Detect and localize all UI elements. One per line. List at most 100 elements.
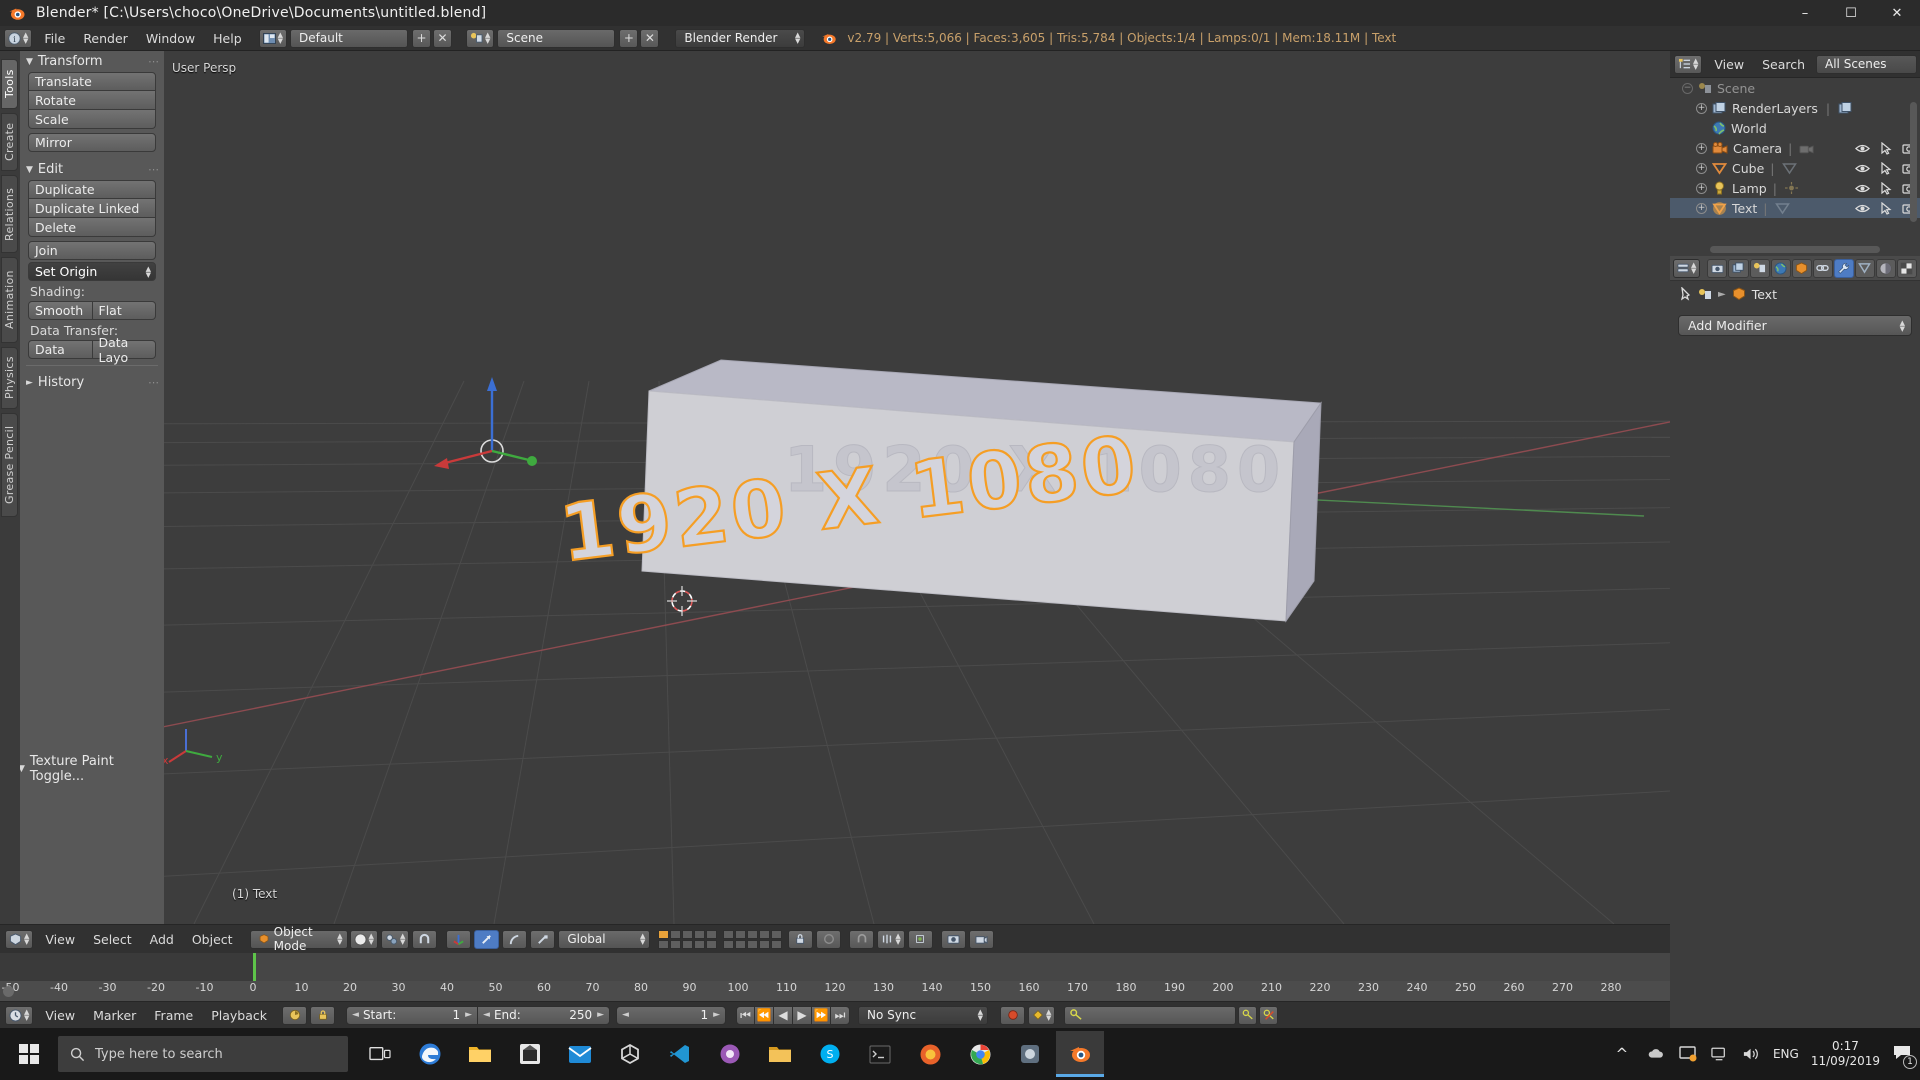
- input-language-indicator[interactable]: ENG: [1773, 1047, 1799, 1061]
- pivot-point-button[interactable]: ▲ ▼: [380, 929, 410, 949]
- mirror-button[interactable]: Mirror: [28, 133, 156, 152]
- scale-manipulator-button[interactable]: [530, 929, 556, 949]
- layer-button-7[interactable]: [670, 939, 682, 949]
- scene-breadcrumb-icon[interactable]: [1698, 288, 1712, 301]
- tab-physics[interactable]: Physics: [1, 347, 18, 409]
- outliner-row-renderlayers[interactable]: + RenderLayers |: [1670, 98, 1920, 118]
- menu-file[interactable]: File: [35, 28, 74, 49]
- taskbar-skype-icon[interactable]: S: [806, 1031, 854, 1077]
- scene-name-field[interactable]: Scene: [497, 28, 616, 48]
- taskbar-firefox-icon[interactable]: [906, 1031, 954, 1077]
- rotate-button[interactable]: Rotate: [28, 91, 156, 110]
- set-origin-button[interactable]: Set Origin ▲ ▼: [28, 262, 156, 281]
- texture-paint-toggle-header[interactable]: ▼ Texture Paint Toggle...: [20, 751, 164, 787]
- scene-expand-icon[interactable]: −: [1682, 82, 1693, 94]
- end-decrement-icon[interactable]: ◄: [483, 1010, 490, 1020]
- timeline-menu-view[interactable]: View: [36, 1005, 84, 1026]
- layer-button-12[interactable]: [735, 929, 747, 939]
- timeline-menu-marker[interactable]: Marker: [84, 1005, 145, 1026]
- properties-tab-modifiers[interactable]: [1833, 258, 1854, 278]
- editor-type-info-button[interactable]: i ▲ ▼: [4, 28, 33, 48]
- transform-orientation-dropdown[interactable]: Global ▲ ▼: [558, 929, 651, 949]
- play-reverse-button[interactable]: ◀: [774, 1005, 794, 1025]
- auto-keyframe-button[interactable]: [1000, 1005, 1026, 1025]
- translate-manipulator-button[interactable]: [474, 929, 500, 949]
- timeline-scroll-knob[interactable]: [3, 986, 14, 997]
- text-expand-icon[interactable]: +: [1696, 202, 1707, 214]
- snap-target-button[interactable]: [907, 929, 933, 949]
- tab-create[interactable]: Create: [1, 113, 18, 171]
- delete-scene-button[interactable]: ✕: [640, 28, 660, 48]
- taskbar-unity-icon[interactable]: [606, 1031, 654, 1077]
- close-button[interactable]: ✕: [1874, 0, 1920, 26]
- outliner-horizontal-scrollbar[interactable]: [1710, 246, 1880, 253]
- editor-type-properties-button[interactable]: ▲ ▼: [1673, 258, 1701, 278]
- screen-layout-field[interactable]: Default: [290, 28, 409, 48]
- join-button[interactable]: Join: [28, 241, 156, 260]
- renderlayers-expand-icon[interactable]: +: [1696, 102, 1707, 114]
- cube-expand-icon[interactable]: +: [1696, 162, 1707, 174]
- timeline-menu-playback[interactable]: Playback: [202, 1005, 276, 1026]
- viewport-menu-object[interactable]: Object: [183, 929, 242, 950]
- menu-window[interactable]: Window: [137, 28, 204, 49]
- taskbar-clock[interactable]: 0:17 11/09/2019: [1811, 1039, 1880, 1069]
- play-button[interactable]: ▶: [793, 1005, 813, 1025]
- layer-button-11[interactable]: [723, 929, 735, 939]
- outliner-row-camera[interactable]: + Camera |: [1670, 138, 1920, 158]
- timeline-playhead[interactable]: [253, 953, 256, 981]
- timeline-menu-frame[interactable]: Frame: [145, 1005, 202, 1026]
- layer-button-4[interactable]: [694, 929, 706, 939]
- viewport-menu-view[interactable]: View: [36, 929, 84, 950]
- cursor-select-icon[interactable]: [1880, 181, 1892, 195]
- tab-animation[interactable]: Animation: [1, 257, 18, 343]
- pin-icon[interactable]: [1678, 287, 1692, 301]
- volume-icon[interactable]: [1742, 1046, 1761, 1062]
- end-increment-icon[interactable]: ►: [597, 1010, 604, 1020]
- menu-help[interactable]: Help: [204, 28, 251, 49]
- tab-tools[interactable]: Tools: [1, 59, 18, 109]
- eye-icon[interactable]: [1855, 203, 1870, 214]
- properties-tab-constraints[interactable]: [1812, 258, 1833, 278]
- taskbar-chrome-icon[interactable]: [956, 1031, 1004, 1077]
- maximize-button[interactable]: ☐: [1828, 0, 1874, 26]
- add-modifier-dropdown[interactable]: Add Modifier ▲ ▼: [1678, 315, 1912, 336]
- outliner-row-scene[interactable]: − Scene: [1670, 78, 1920, 98]
- camera-expand-icon[interactable]: +: [1696, 142, 1707, 154]
- jump-next-keyframe-button[interactable]: ⏩: [812, 1005, 832, 1025]
- properties-tab-render-layers[interactable]: [1728, 258, 1749, 278]
- manipulator-toggle-button[interactable]: [446, 929, 472, 949]
- layer-button-14[interactable]: [759, 929, 771, 939]
- jump-prev-keyframe-button[interactable]: ⏪: [755, 1005, 775, 1025]
- layer-button-18[interactable]: [747, 939, 759, 949]
- layer-button-3[interactable]: [682, 929, 694, 939]
- lamp-expand-icon[interactable]: +: [1696, 182, 1707, 194]
- display-settings-icon[interactable]: [1679, 1046, 1699, 1062]
- tab-relations[interactable]: Relations: [1, 175, 18, 253]
- keying-set-button[interactable]: ▲ ▼: [1028, 1005, 1056, 1025]
- layer-button-2[interactable]: [670, 929, 682, 939]
- taskbar-store-icon[interactable]: [506, 1031, 554, 1077]
- flat-shading-button[interactable]: Flat: [92, 301, 156, 320]
- viewport-menu-select[interactable]: Select: [84, 929, 141, 950]
- eye-icon[interactable]: [1855, 183, 1870, 194]
- outliner-tree[interactable]: − Scene + RenderLayers | World + Camera …: [1670, 78, 1920, 256]
- transform-panel-header[interactable]: ▼ Transform ⋯: [20, 51, 164, 72]
- interaction-mode-dropdown[interactable]: Object Mode ▲ ▼: [249, 925, 348, 953]
- outliner-row-text[interactable]: + Text |: [1670, 198, 1920, 218]
- delete-screen-button[interactable]: ✕: [433, 28, 453, 48]
- rotate-manipulator-button[interactable]: [502, 929, 528, 949]
- delete-keyframe-button[interactable]: [1259, 1005, 1279, 1025]
- edit-panel-header[interactable]: ▼ Edit ⋯: [20, 159, 164, 180]
- add-scene-button[interactable]: +: [619, 28, 639, 48]
- outliner-display-mode-dropdown[interactable]: All Scenes: [1816, 54, 1917, 74]
- taskbar-vscode-icon[interactable]: [656, 1031, 704, 1077]
- properties-tab-texture[interactable]: [1896, 258, 1918, 278]
- snap-magnet-button[interactable]: [849, 929, 875, 949]
- outliner-row-cube[interactable]: + Cube |: [1670, 158, 1920, 178]
- object-breadcrumb-icon[interactable]: [1732, 287, 1746, 301]
- smooth-shading-button[interactable]: Smooth: [28, 301, 93, 320]
- scene-icon-button[interactable]: ▲ ▼: [466, 28, 495, 48]
- task-view-button[interactable]: [356, 1031, 404, 1077]
- scene-layers-widget[interactable]: [658, 929, 783, 949]
- editor-type-outliner-button[interactable]: ▲ ▼: [1674, 54, 1703, 74]
